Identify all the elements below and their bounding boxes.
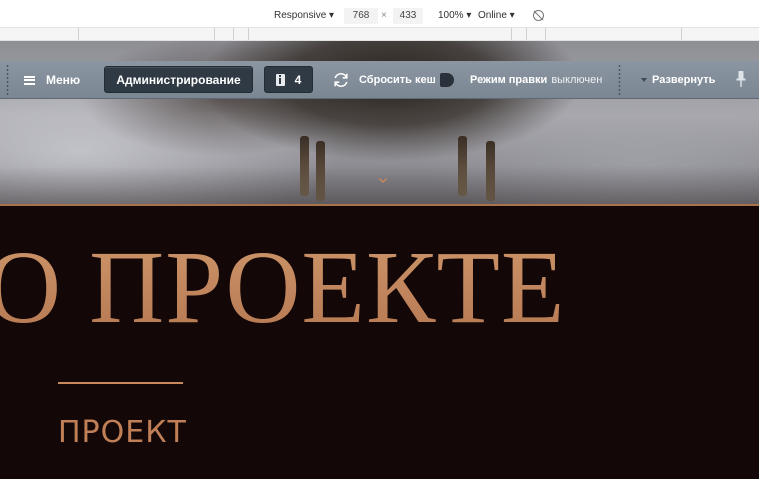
hamburger-icon <box>24 75 35 85</box>
rotate-icon[interactable] <box>533 10 544 21</box>
viewport-width-input[interactable]: 768 <box>344 8 378 24</box>
edit-mode-state: выключен <box>551 74 603 86</box>
edit-mode-label: Режим правки <box>470 74 548 86</box>
scroll-down-icon[interactable] <box>378 175 388 185</box>
notifications-button[interactable]: 4 <box>264 66 313 93</box>
clear-cache-button[interactable]: Сбросить кеш <box>332 61 436 99</box>
menu-button[interactable]: Меню <box>24 61 80 99</box>
section-label: ПРОЕКТ <box>58 415 187 450</box>
expand-button[interactable]: Развернуть <box>641 61 715 99</box>
pin-icon[interactable] <box>736 70 746 88</box>
zoom-select[interactable]: 100% <box>438 10 471 22</box>
chevron-down-icon <box>641 78 647 82</box>
notifications-count: 4 <box>294 72 302 87</box>
drag-handle-icon[interactable] <box>618 64 621 96</box>
toggle-switch-icon <box>440 73 454 87</box>
admin-panel: Меню Администрирование 4 Сбросить кеш Ре… <box>0 61 759 99</box>
title-divider <box>58 382 183 384</box>
info-icon <box>275 73 285 86</box>
about-section: О ПРОЕКТЕ ПРОЕКТ <box>0 206 759 479</box>
expand-label: Развернуть <box>652 74 716 86</box>
hero-shade <box>0 166 759 206</box>
menu-label: Меню <box>46 73 81 87</box>
viewport-height-input[interactable]: 433 <box>393 8 423 24</box>
throttle-select[interactable]: Online <box>478 10 515 22</box>
media-query-ruler[interactable] <box>0 27 759 41</box>
clear-cache-label: Сбросить кеш <box>359 74 436 86</box>
page-title: О ПРОЕКТЕ <box>0 228 565 348</box>
page-viewport: О ПРОЕКТЕ ПРОЕКТ <box>0 41 759 479</box>
administration-button[interactable]: Администрирование <box>104 66 253 93</box>
drag-handle-icon[interactable] <box>6 64 9 96</box>
refresh-icon <box>334 72 348 88</box>
edit-mode-toggle[interactable]: Режим правки выключен <box>440 61 602 99</box>
dimension-separator: × <box>381 10 387 21</box>
device-select[interactable]: Responsive <box>274 10 334 22</box>
